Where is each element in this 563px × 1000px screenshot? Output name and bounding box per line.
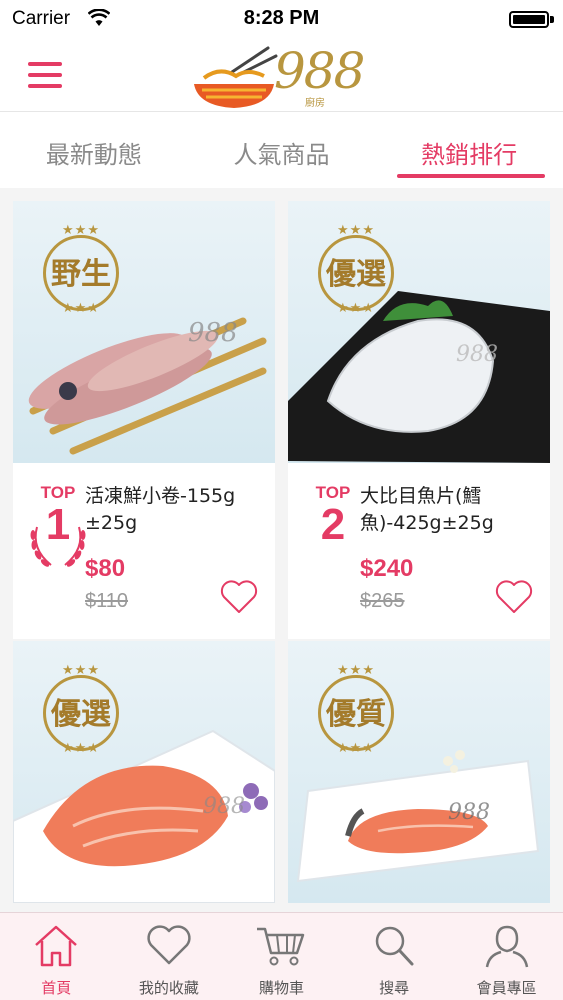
- product-info: TOP 2 大比目魚片(鱈魚)-425g±25g $240 $265: [288, 463, 550, 639]
- svg-text:988: 988: [456, 342, 498, 367]
- product-grid: 988 ★★★ 野生 ★★★ TOP 1 活凍鮮小卷-155g ±25g $80…: [0, 188, 563, 912]
- rank-number: 2: [320, 500, 346, 549]
- cart-icon: [257, 927, 305, 966]
- quality-badge: ★★★ 優質 ★★★: [316, 663, 396, 756]
- wild-badge: ★★★ 野生 ★★★: [41, 223, 121, 316]
- premium-badge: ★★★ 優選 ★★★: [41, 663, 121, 756]
- status-bar: Carrier 8:28 PM: [0, 0, 563, 38]
- product-image[interactable]: 988 ★★★ 優質 ★★★: [288, 641, 550, 903]
- product-price: $80: [85, 555, 126, 582]
- product-info: TOP 1 活凍鮮小卷-155g ±25g $80 $110: [13, 463, 275, 639]
- product-card[interactable]: 988 ★★★ 優質 ★★★: [288, 641, 550, 903]
- app-logo: 988 廚房: [190, 42, 370, 110]
- category-tabs: 最新動態 人氣商品 熱銷排行: [0, 113, 563, 188]
- bottom-tab-bar: 首頁 我的收藏 購物車 搜尋 會員專區: [0, 912, 563, 1000]
- tab-bar-search[interactable]: 搜尋: [338, 913, 451, 1000]
- favorite-heart-button[interactable]: [494, 579, 534, 615]
- tab-bar-label: 首頁: [41, 979, 72, 997]
- status-time: 8:28 PM: [243, 7, 320, 29]
- product-original-price: $265: [360, 590, 405, 612]
- tab-bar-label: 搜尋: [379, 979, 410, 997]
- rank-block: TOP 1: [23, 483, 93, 567]
- product-image[interactable]: 988 ★★★ 野生 ★★★: [13, 201, 275, 463]
- heart-icon: [147, 925, 191, 965]
- battery-cap: [550, 16, 554, 23]
- svg-text:988: 988: [188, 318, 238, 348]
- home-icon: [35, 925, 78, 967]
- tab-popular-products[interactable]: 人氣商品: [188, 113, 376, 188]
- svg-text:988: 988: [203, 794, 245, 819]
- laurel-icon: [30, 526, 86, 567]
- tab-bar-favorites[interactable]: 我的收藏: [113, 913, 226, 1000]
- premium-badge: ★★★ 優選 ★★★: [316, 223, 396, 316]
- user-icon: [485, 925, 528, 968]
- tab-bar-label: 購物車: [258, 979, 304, 997]
- tab-bar-label: 我的收藏: [138, 979, 199, 997]
- tab-best-sellers[interactable]: 熱銷排行: [375, 113, 563, 188]
- svg-text:988: 988: [448, 800, 490, 825]
- product-image[interactable]: 988 ★★★ 優選 ★★★: [288, 201, 550, 463]
- menu-button[interactable]: [28, 60, 64, 90]
- app-header: 988 廚房: [0, 38, 563, 112]
- noodle-bowl-icon: [194, 46, 278, 108]
- product-card[interactable]: 988 ★★★ 野生 ★★★ TOP 1 活凍鮮小卷-155g ±25g $80…: [13, 201, 275, 639]
- product-name[interactable]: 大比目魚片(鱈魚)-425g±25g: [360, 483, 546, 537]
- product-image[interactable]: 988 ★★★ 優選 ★★★: [13, 641, 275, 903]
- tab-bar-label: 會員專區: [476, 979, 537, 997]
- favorite-heart-button[interactable]: [219, 579, 259, 615]
- product-original-price: $110: [85, 590, 129, 612]
- battery-icon: [509, 11, 549, 28]
- logo-text: 988: [274, 42, 365, 100]
- product-card[interactable]: 988 ★★★ 優選 ★★★: [13, 641, 275, 903]
- product-price: $240: [360, 555, 414, 582]
- tab-latest-news[interactable]: 最新動態: [0, 113, 188, 188]
- product-name[interactable]: 活凍鮮小卷-155g ±25g: [85, 483, 271, 537]
- search-icon: [375, 926, 414, 966]
- product-card[interactable]: 988 ★★★ 優選 ★★★ TOP 2 大比目魚片(鱈魚)-425g±25g …: [288, 201, 550, 639]
- tab-bar-home[interactable]: 首頁: [0, 913, 113, 1000]
- logo-subtext: 廚房: [305, 98, 325, 109]
- rank-block: TOP 2: [298, 483, 368, 547]
- tab-bar-member[interactable]: 會員專區: [450, 913, 563, 1000]
- tab-bar-cart[interactable]: 購物車: [225, 913, 338, 1000]
